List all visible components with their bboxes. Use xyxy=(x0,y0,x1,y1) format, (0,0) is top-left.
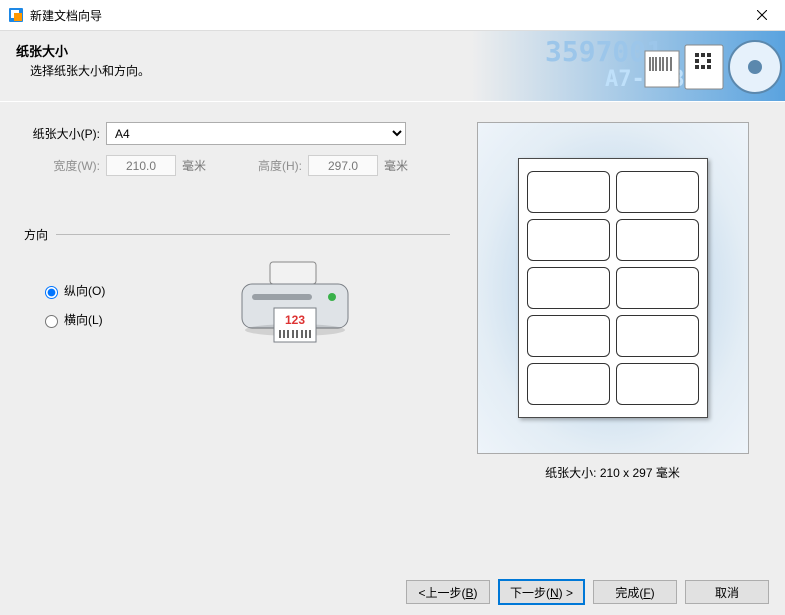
height-unit: 毫米 xyxy=(384,157,424,174)
height-field: 297.0 xyxy=(308,155,378,176)
legend-divider xyxy=(56,234,450,235)
preview-caption-prefix: 纸张大小: xyxy=(545,466,600,480)
header-artwork: 3597001 A7-118 xyxy=(485,31,785,103)
preview-label-cell xyxy=(527,267,610,309)
title-bar: 新建文档向导 xyxy=(0,0,785,30)
preview-label-cell xyxy=(527,363,610,405)
height-label: 高度(H): xyxy=(242,157,308,174)
orientation-group: 方向 纵向(O) 横向(L) xyxy=(20,236,460,360)
width-unit: 毫米 xyxy=(182,157,222,174)
portrait-radio[interactable]: 纵向(O) xyxy=(40,282,240,299)
paper-size-label: 纸张大小(P): xyxy=(20,125,106,142)
preview-label-cell xyxy=(527,315,610,357)
preview-label-cell xyxy=(616,219,699,261)
paper-preview xyxy=(477,122,749,454)
preview-sheet xyxy=(518,158,708,418)
orientation-legend: 方向 xyxy=(20,226,52,243)
preview-caption: 纸张大小: 210 x 297 毫米 xyxy=(545,464,680,481)
preview-label-cell xyxy=(527,219,610,261)
preview-label-cell xyxy=(616,171,699,213)
preview-label-cell xyxy=(616,267,699,309)
printer-icon: 123 xyxy=(240,250,350,360)
wizard-header: 纸张大小 选择纸张大小和方向。 3597001 A7-118 xyxy=(0,30,785,102)
landscape-radio[interactable]: 横向(L) xyxy=(40,311,240,328)
wizard-window: 新建文档向导 纸张大小 选择纸张大小和方向。 3597001 A7-118 xyxy=(0,0,785,615)
next-button[interactable]: 下一步(N) > xyxy=(498,579,585,605)
preview-label-cell xyxy=(616,315,699,357)
back-button[interactable]: <上一步(B) xyxy=(406,580,490,604)
preview-column: 纸张大小: 210 x 297 毫米 xyxy=(460,122,765,559)
landscape-label: 横向(L) xyxy=(64,311,103,328)
svg-text:123: 123 xyxy=(285,313,305,327)
portrait-radio-input[interactable] xyxy=(45,286,58,299)
portrait-label: 纵向(O) xyxy=(64,282,105,299)
landscape-radio-input[interactable] xyxy=(45,315,58,328)
cancel-button[interactable]: 取消 xyxy=(685,580,769,604)
preview-caption-value: 210 x 297 毫米 xyxy=(600,466,680,480)
paper-size-select[interactable]: A4 xyxy=(106,122,406,145)
window-title: 新建文档向导 xyxy=(30,7,739,24)
wizard-body: 纸张大小(P): A4 宽度(W): 210.0 毫米 高度(H): 297.0… xyxy=(0,102,785,569)
finish-button[interactable]: 完成(F) xyxy=(593,580,677,604)
preview-label-cell xyxy=(616,363,699,405)
wizard-footer: <上一步(B) 下一步(N) > 完成(F) 取消 xyxy=(0,569,785,615)
preview-label-grid xyxy=(527,171,699,405)
width-label: 宽度(W): xyxy=(20,157,106,174)
form-column: 纸张大小(P): A4 宽度(W): 210.0 毫米 高度(H): 297.0… xyxy=(20,122,460,559)
app-icon xyxy=(8,7,24,23)
preview-label-cell xyxy=(527,171,610,213)
close-button[interactable] xyxy=(739,0,785,30)
width-field: 210.0 xyxy=(106,155,176,176)
